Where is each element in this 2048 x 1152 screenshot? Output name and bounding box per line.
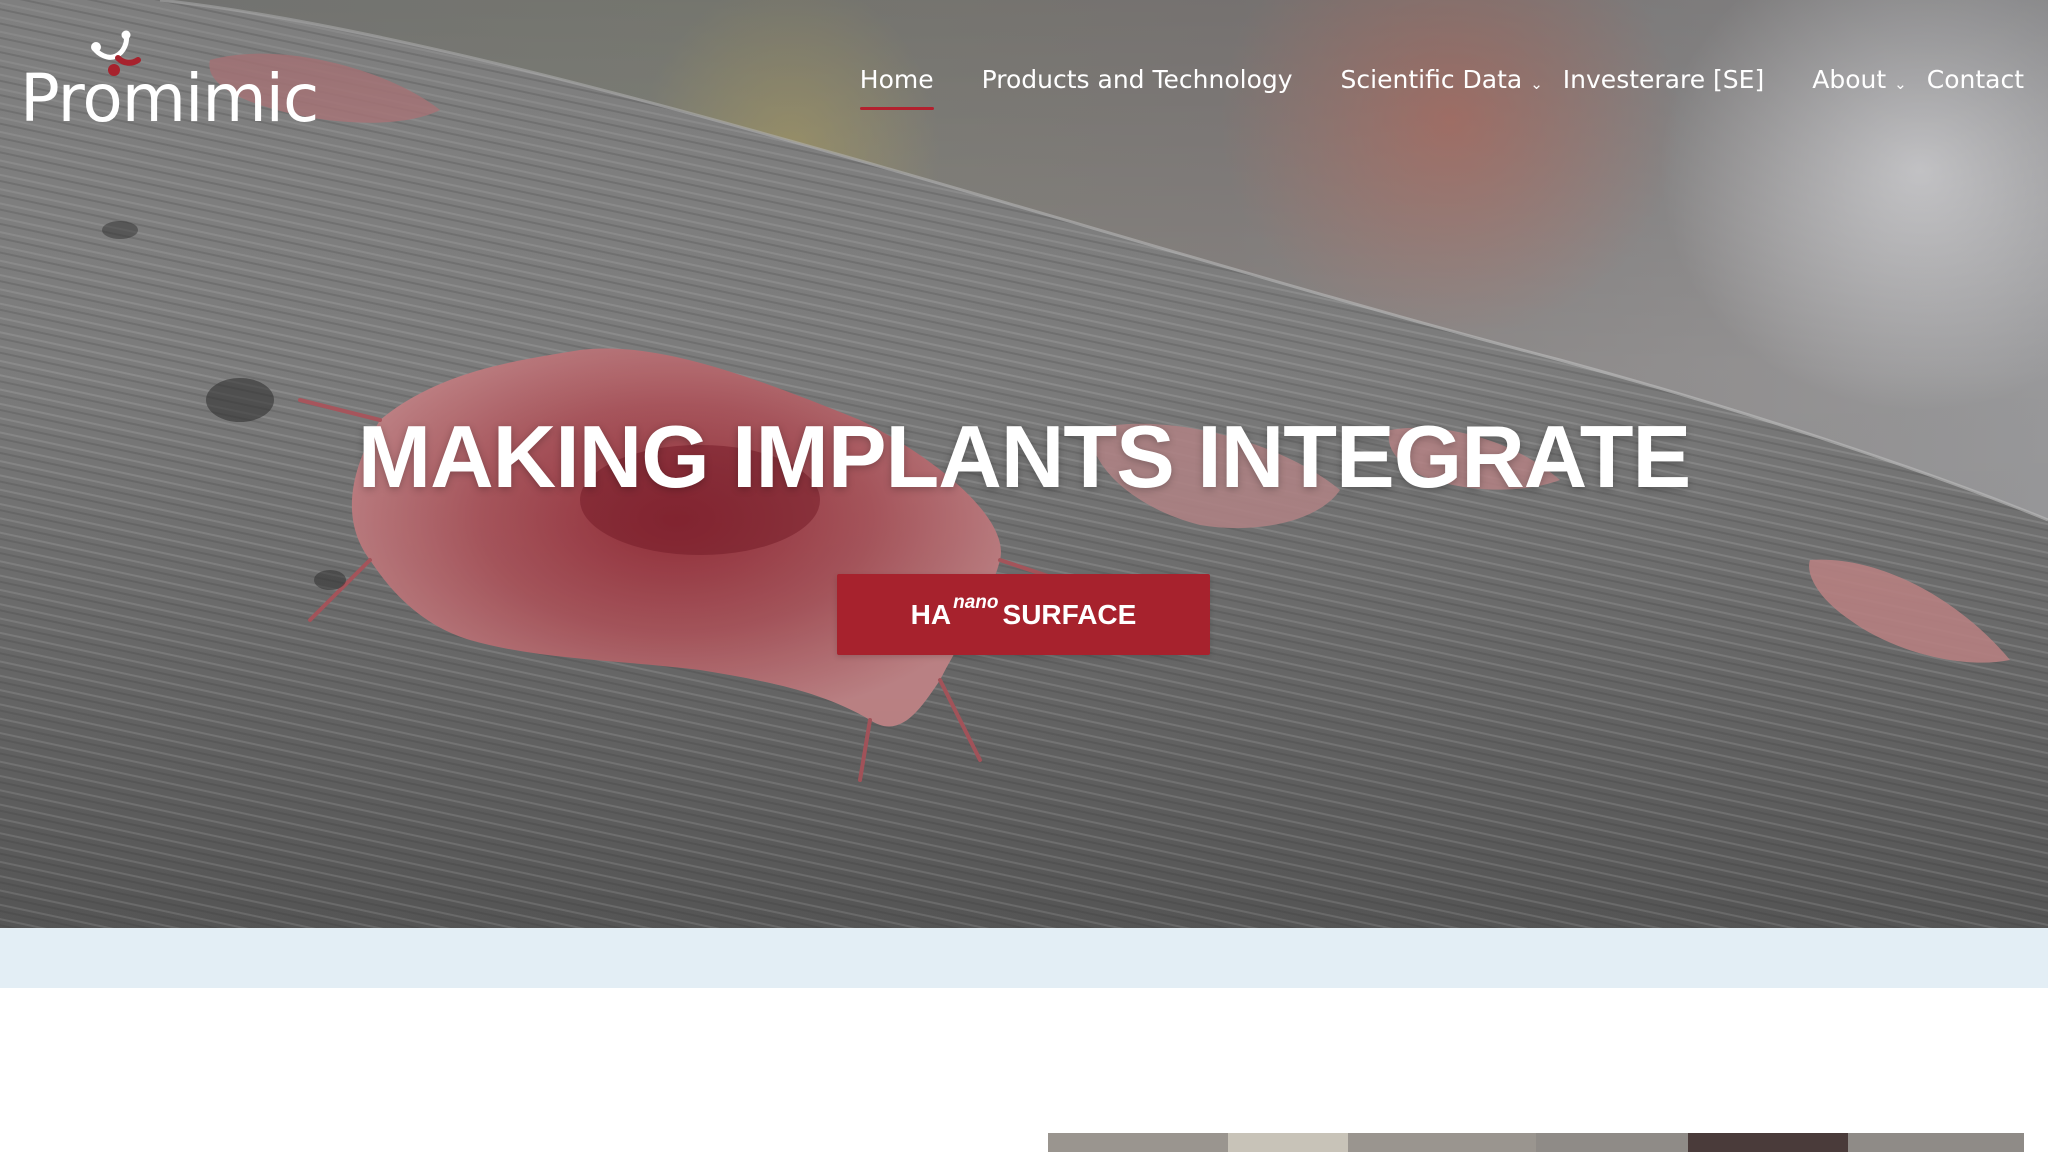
nav-item-label: Investerare [SE] [1562, 65, 1765, 94]
nav-item-label: Products and Technology [981, 65, 1293, 94]
divider-band [0, 928, 2048, 988]
nav-item-home[interactable]: Home [859, 62, 934, 110]
chevron-down-icon: ⌄ [1530, 74, 1543, 93]
cta-suffix: SURFACE [1002, 598, 1137, 630]
main-navigation: Home Products and Technology Scientific … [859, 60, 2024, 110]
hero-section: Promimic Home Products and Technology Sc… [0, 0, 2048, 928]
nav-item-contact[interactable]: Contact [1927, 62, 2024, 98]
hero-title: MAKING IMPLANTS INTEGRATE [357, 406, 1691, 506]
nav-item-label: About [1812, 65, 1887, 94]
content-section [0, 988, 2048, 1152]
nav-item-label: Contact [1926, 65, 2024, 94]
nav-item-investerare[interactable]: Investerare [SE] [1563, 62, 1764, 98]
cta-superscript: nano [953, 591, 999, 613]
cta-prefix: HA [910, 598, 952, 630]
nav-item-label: Scientific Data [1340, 65, 1523, 94]
promimic-logo-link[interactable]: Promimic [20, 30, 319, 134]
nav-item-scientific-data[interactable]: Scientific Data ⌄ [1341, 62, 1543, 98]
chevron-down-icon: ⌄ [1894, 74, 1907, 93]
product-image-graphic [1048, 1133, 2024, 1152]
nav-item-products-and-technology[interactable]: Products and Technology [982, 62, 1293, 98]
ha-nano-surface-button[interactable]: HA nano SURFACE [837, 574, 1210, 655]
nav-item-label: Home [859, 65, 934, 94]
nav-item-about[interactable]: About ⌄ [1812, 62, 1907, 98]
product-image [1048, 1133, 2024, 1152]
brand-name: Promimic [20, 60, 319, 137]
